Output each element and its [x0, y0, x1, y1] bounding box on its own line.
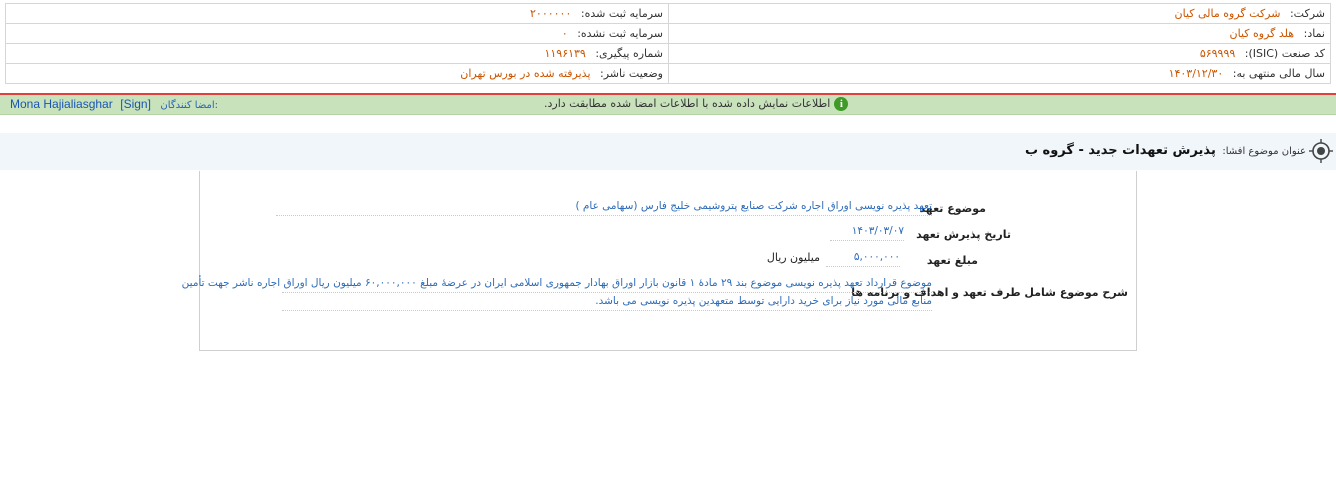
- info-row: شرکت: شرکت گروه مالی کیان سرمایه ثبت شده…: [5, 3, 1331, 24]
- topic-label: عنوان موضوع افشا:: [1222, 146, 1306, 157]
- signers-block: Mona Hajialiasghar [Sign] امضا کنندگان:: [10, 97, 218, 111]
- subject-value: تعهد پذیره نویسی اوراق اجاره شرکت صنایع …: [276, 200, 932, 216]
- tracking-cell: شماره پیگیری: ۱۱۹۶۱۳۹: [5, 43, 669, 64]
- publisher-status-cell: وضعیت ناشر: پذیرفته شده در بورس تهران: [5, 63, 669, 84]
- verification-message-block: iاطلاعات نمایش داده شده با اطلاعات امضا …: [544, 97, 849, 111]
- fiscal-year-label: سال مالی منتهی به:: [1232, 67, 1325, 80]
- unregistered-capital-label: سرمایه ثبت نشده:: [577, 27, 663, 40]
- signers-label: امضا کنندگان:: [160, 100, 219, 111]
- verification-message: اطلاعات نمایش داده شده با اطلاعات امضا ش…: [544, 97, 831, 110]
- unregistered-capital-cell: سرمایه ثبت نشده: ۰: [5, 23, 669, 44]
- amount-unit: میلیون ریال: [766, 251, 820, 264]
- symbol-cell: نماد: هلد گروه کیان: [668, 23, 1331, 44]
- signer-name-link[interactable]: Mona Hajialiasghar: [10, 97, 113, 111]
- symbol-value: هلد گروه کیان: [1229, 27, 1295, 40]
- company-label: شرکت:: [1289, 7, 1325, 20]
- registered-capital-label: سرمایه ثبت شده:: [580, 7, 663, 20]
- registered-capital-cell: سرمایه ثبت شده: ۲۰۰۰۰۰۰: [5, 3, 669, 24]
- description-line: موضوع قرارداد تعهد پذیره نویسی موضوع بند…: [182, 275, 932, 293]
- isic-cell: کد صنعت (ISIC): ۵۶۹۹۹۹: [668, 43, 1331, 64]
- company-info-table: شرکت: شرکت گروه مالی کیان سرمایه ثبت شده…: [5, 3, 1331, 84]
- page-title: پذیرش تعهدات جدید - گروه ب: [1024, 143, 1216, 158]
- symbol-label: نماد:: [1303, 27, 1325, 40]
- tracking-label: شماره پیگیری:: [595, 47, 663, 60]
- company-value: شرکت گروه مالی کیان: [1174, 7, 1281, 20]
- date-value: ۱۴۰۳/۰۳/۰۷: [830, 225, 904, 241]
- isic-value: ۵۶۹۹۹۹: [1199, 47, 1236, 60]
- description-value: موضوع قرارداد تعهد پذیره نویسی موضوع بند…: [182, 275, 932, 311]
- isic-label: کد صنعت (ISIC):: [1244, 47, 1325, 60]
- publisher-status-label: وضعیت ناشر:: [600, 67, 663, 80]
- info-row: کد صنعت (ISIC): ۵۶۹۹۹۹ شماره پیگیری: ۱۱۹…: [5, 43, 1331, 64]
- amount-label: مبلغ تعهد: [926, 254, 978, 267]
- topic-heading: عنوان موضوع افشا: پذیرش تعهدات جدید - گر…: [1025, 143, 1306, 158]
- verification-bar: Mona Hajialiasghar [Sign] امضا کنندگان: …: [0, 95, 1336, 115]
- company-cell: شرکت: شرکت گروه مالی کیان: [668, 3, 1331, 24]
- publisher-status-value: پذیرفته شده در بورس تهران: [460, 67, 591, 80]
- date-label: تاریخ پذیرش تعهد: [916, 228, 1011, 241]
- fiscal-year-value: ۱۴۰۳/۱۲/۳۰: [1168, 67, 1224, 80]
- description-line: منابع مالی مورد نیاز برای خرید دارایی تو…: [282, 293, 932, 311]
- info-row: سال مالی منتهی به: ۱۴۰۳/۱۲/۳۰ وضعیت ناشر…: [5, 63, 1331, 84]
- amount-value: ۵,۰۰۰,۰۰۰: [826, 251, 900, 267]
- info-icon: i: [834, 97, 849, 111]
- target-icon: [1309, 139, 1333, 163]
- registered-capital-value: ۲۰۰۰۰۰۰: [530, 7, 572, 20]
- info-row: نماد: هلد گروه کیان سرمایه ثبت نشده: ۰: [5, 23, 1331, 44]
- commitment-panel: موضوع تعهد تعهد پذیره نویسی اوراق اجاره …: [182, 171, 1137, 351]
- signer-sign-link[interactable]: [Sign]: [120, 97, 151, 111]
- topic-bar: عنوان موضوع افشا: پذیرش تعهدات جدید - گر…: [0, 133, 1336, 170]
- fiscal-year-cell: سال مالی منتهی به: ۱۴۰۳/۱۲/۳۰: [668, 63, 1331, 84]
- unregistered-capital-value: ۰: [561, 27, 568, 40]
- tracking-value: ۱۱۹۶۱۳۹: [544, 47, 586, 60]
